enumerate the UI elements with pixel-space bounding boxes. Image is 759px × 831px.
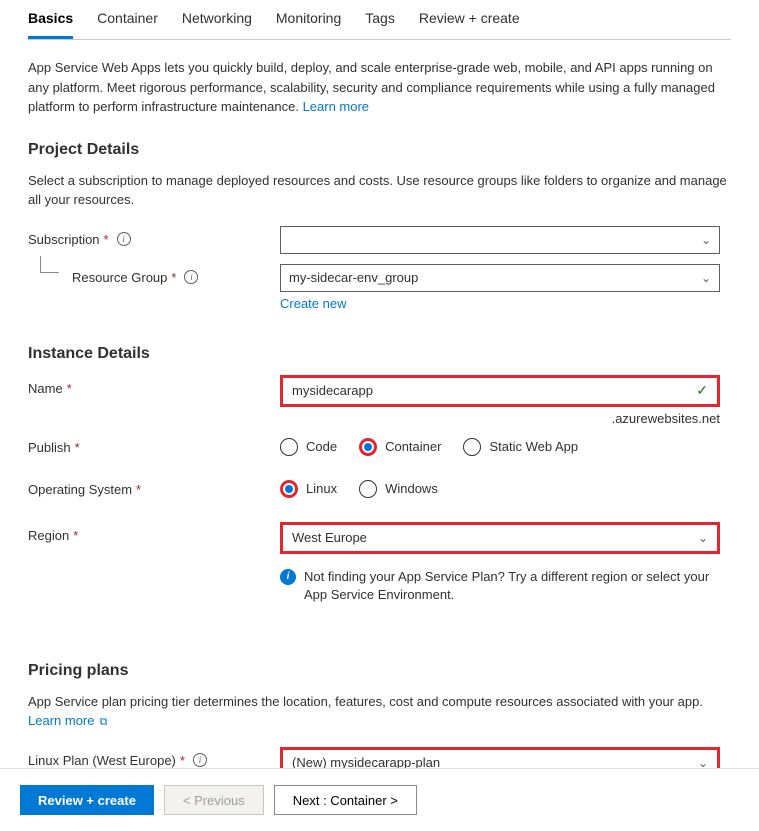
tab-networking[interactable]: Networking	[182, 0, 252, 39]
os-label: Operating System	[28, 482, 132, 497]
footer-bar: Review + create < Previous Next : Contai…	[0, 768, 759, 831]
os-radio-windows[interactable]: Windows	[359, 480, 438, 498]
chevron-down-icon: ⌄	[698, 531, 708, 545]
project-details-desc: Select a subscription to manage deployed…	[28, 171, 731, 210]
info-icon[interactable]: i	[117, 232, 131, 246]
publish-label: Publish	[28, 440, 71, 455]
chevron-down-icon: ⌄	[701, 271, 711, 285]
checkmark-icon: ✓	[696, 382, 708, 399]
chevron-down-icon: ⌄	[701, 233, 711, 247]
required-marker: *	[75, 440, 80, 455]
next-button[interactable]: Next : Container >	[274, 785, 417, 815]
intro-learn-more-link[interactable]: Learn more	[303, 99, 369, 114]
resource-group-label: Resource Group	[72, 270, 167, 285]
linux-plan-label: Linux Plan (West Europe)	[28, 753, 176, 768]
required-marker: *	[67, 381, 72, 396]
intro-text: App Service Web Apps lets you quickly bu…	[28, 58, 731, 117]
info-filled-icon: i	[280, 569, 296, 585]
tab-container[interactable]: Container	[97, 0, 158, 39]
subscription-label: Subscription	[28, 232, 100, 247]
required-marker: *	[180, 753, 185, 768]
previous-button: < Previous	[164, 785, 264, 815]
info-icon[interactable]: i	[193, 753, 207, 767]
chevron-down-icon: ⌄	[698, 756, 708, 768]
instance-details-heading: Instance Details	[28, 345, 731, 363]
publish-radio-code[interactable]: Code	[280, 438, 337, 456]
os-radio-linux[interactable]: Linux	[280, 480, 337, 498]
region-dropdown[interactable]: West Europe ⌄	[284, 526, 716, 550]
linux-plan-dropdown[interactable]: (New) mysidecarapp-plan ⌄	[284, 751, 716, 768]
pricing-heading: Pricing plans	[28, 662, 731, 680]
domain-suffix: .azurewebsites.net	[280, 411, 720, 426]
project-details-heading: Project Details	[28, 141, 731, 159]
required-marker: *	[171, 270, 176, 285]
required-marker: *	[73, 528, 78, 543]
tab-tags[interactable]: Tags	[365, 0, 395, 39]
pricing-learn-more-link[interactable]: Learn more ⧉	[28, 713, 107, 728]
name-input[interactable]: mysidecarapp ✓	[284, 379, 716, 403]
region-hint-text: Not finding your App Service Plan? Try a…	[304, 568, 724, 604]
review-create-button[interactable]: Review + create	[20, 785, 154, 815]
required-marker: *	[104, 232, 109, 247]
pricing-desc: App Service plan pricing tier determines…	[28, 692, 731, 731]
info-icon[interactable]: i	[184, 270, 198, 284]
tab-basics[interactable]: Basics	[28, 0, 73, 39]
subscription-dropdown[interactable]: ⌄	[280, 226, 720, 254]
external-link-icon: ⧉	[96, 716, 107, 728]
tab-review[interactable]: Review + create	[419, 0, 520, 39]
publish-radio-static[interactable]: Static Web App	[463, 438, 578, 456]
publish-radio-container[interactable]: Container	[359, 438, 441, 456]
required-marker: *	[136, 482, 141, 497]
region-label: Region	[28, 528, 69, 543]
rg-create-new-link[interactable]: Create new	[280, 296, 346, 311]
name-label: Name	[28, 381, 63, 396]
tab-bar: Basics Container Networking Monitoring T…	[28, 0, 731, 40]
resource-group-dropdown[interactable]: my-sidecar-env_group ⌄	[280, 264, 720, 292]
tab-monitoring[interactable]: Monitoring	[276, 0, 341, 39]
